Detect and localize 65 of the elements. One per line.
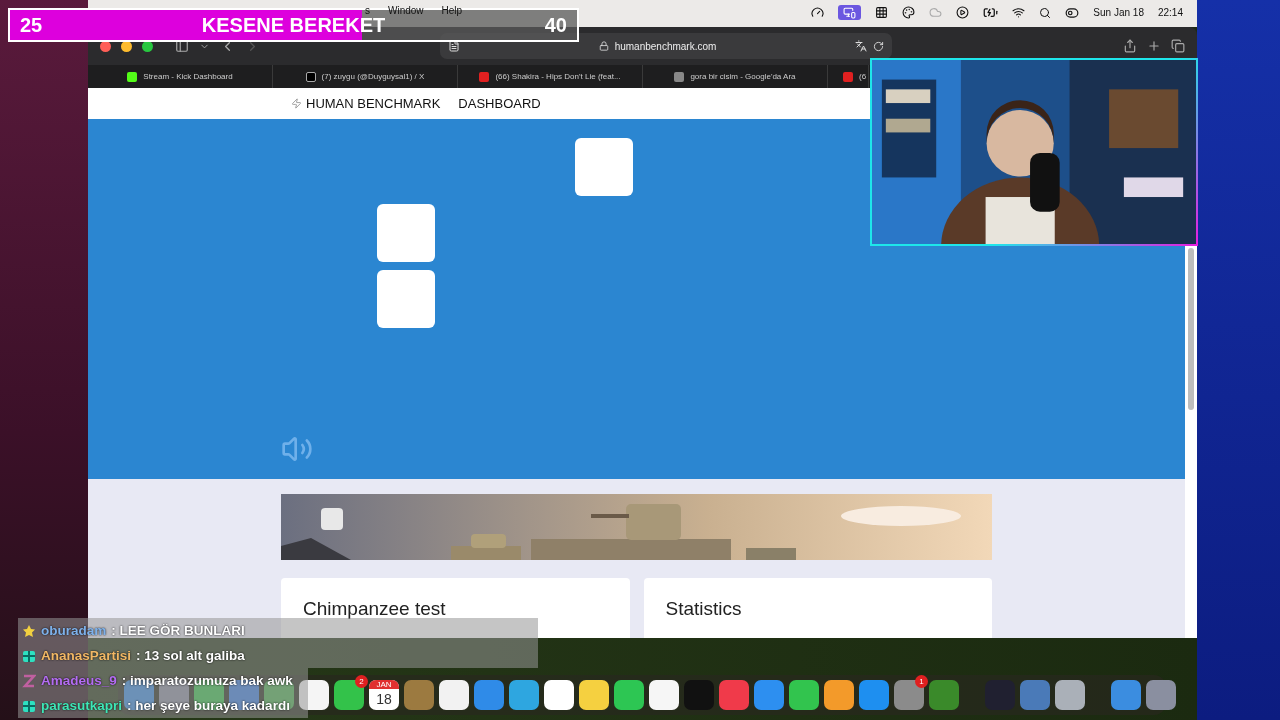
palette-icon[interactable] [902, 6, 916, 19]
goal-title: KESENE BEREKET [201, 16, 386, 34]
game-tile[interactable] [376, 204, 435, 262]
card-title: Statistics [643, 578, 992, 638]
tab-title: (6 [859, 72, 867, 81]
app-icon[interactable] [1055, 680, 1085, 710]
bolt-icon [291, 98, 302, 109]
search-icon[interactable] [1039, 6, 1052, 19]
goal-start-count: 25 [20, 16, 43, 34]
wifi-icon[interactable] [1012, 6, 1026, 19]
google-favicon-icon [674, 71, 685, 82]
calendar-day: 18 [369, 689, 399, 709]
gift-badge-icon [22, 698, 36, 713]
gift-badge-icon [22, 648, 36, 663]
app-icon[interactable] [789, 680, 819, 710]
control-center-icon[interactable] [1065, 5, 1080, 20]
goal-target-count: 40 [544, 16, 567, 34]
app-icon[interactable] [649, 680, 679, 710]
screen-share-icon[interactable] [838, 5, 862, 20]
nav-link[interactable]: DASHBOARD [458, 96, 541, 111]
card-title: Chimpanzee test [281, 578, 630, 638]
translate-icon[interactable] [855, 40, 867, 52]
game-tile[interactable] [574, 138, 633, 196]
scrollbar-thumb[interactable] [1188, 248, 1194, 410]
play-icon[interactable] [956, 6, 970, 19]
chat-username: AnanasPartisi [41, 648, 132, 663]
site-logo[interactable]: HUMAN BENCHMARK [306, 96, 441, 111]
grid-icon[interactable] [875, 6, 889, 19]
notification-badge: 2 [355, 675, 368, 688]
gauge-icon[interactable] [811, 6, 825, 19]
menu-bar-date: Sun Jan 18 [1093, 7, 1144, 18]
app-icon[interactable] [614, 680, 644, 710]
tab-title: (7) zuygu (@Duyguysal1) / X [321, 72, 425, 81]
youtube-favicon-icon [479, 71, 490, 82]
lock-icon [598, 41, 609, 51]
chat-username: parasutkapri [41, 698, 123, 713]
star-badge-icon [22, 623, 36, 638]
notification-badge: 1 [915, 675, 928, 688]
new-tab-icon[interactable] [1147, 39, 1161, 53]
app-icon[interactable] [579, 680, 609, 710]
app-icon[interactable] [824, 680, 854, 710]
app-icon[interactable] [439, 680, 469, 710]
game-tile[interactable] [376, 270, 435, 328]
sidebar-icon[interactable] [175, 39, 189, 53]
page-icon [448, 40, 460, 52]
address-text: humanbenchmark.com [614, 40, 717, 52]
battery-icon[interactable] [983, 5, 999, 20]
tab-title: gora bir cisim - Google'da Ara [690, 72, 796, 81]
tab-title: (66) Shakira - Hips Don't Lie (feat... [495, 72, 621, 81]
youtube-favicon-icon [843, 71, 853, 82]
x-favicon-icon [305, 71, 316, 82]
reload-icon[interactable] [873, 40, 884, 52]
calendar-month: JAN [369, 680, 399, 689]
kick-favicon-icon [127, 71, 138, 82]
app-icon[interactable] [544, 680, 574, 710]
app-icon[interactable] [334, 680, 364, 710]
chat-message: : 13 sol alt galiba [136, 648, 245, 663]
chat-username: Amadeus_9 [41, 673, 117, 688]
menu-bar-time: 22:14 [1157, 7, 1183, 18]
zigzag-badge-icon [22, 673, 36, 688]
menu-item[interactable]: s [365, 5, 370, 16]
share-icon[interactable] [1123, 39, 1137, 53]
calendar-app-icon[interactable]: JAN 18 [369, 680, 399, 710]
tab-title: Stream - Kick Dashboard [143, 72, 233, 81]
tabs-overview-icon[interactable] [1171, 39, 1185, 53]
